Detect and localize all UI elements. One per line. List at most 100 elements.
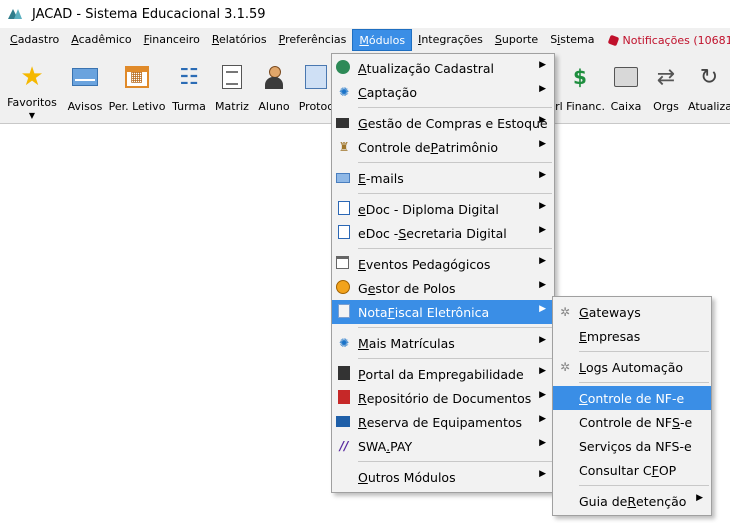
- invoice-icon: [338, 304, 350, 318]
- menu-item-gateways[interactable]: ✲ Gateways: [553, 300, 711, 324]
- toolbar-financeiro-button[interactable]: $ rl Financ.: [556, 56, 604, 120]
- menu-modulos[interactable]: Módulos: [352, 29, 413, 51]
- submenu-arrow-icon: ▶: [539, 139, 546, 149]
- menu-item-gestor-polos[interactable]: Ge stor de Polos ▶: [332, 276, 554, 300]
- menu-item-edoc-diploma[interactable]: e Doc - Diploma Digital ▶: [332, 197, 554, 221]
- menu-item-controle-nfe[interactable]: Controle de NF-e: [553, 386, 711, 410]
- toolbar-protocolo-button[interactable]: Protoc: [298, 56, 334, 120]
- menu-item-atualizacao-cadastral[interactable]: Atualização Cadastral ▶: [332, 56, 554, 80]
- star-icon: ★: [20, 62, 44, 92]
- toolbar-per-letivo-button[interactable]: Per. Letivo: [108, 56, 166, 120]
- menu-item-outros-modulos[interactable]: Outros Módulos ▶: [332, 465, 554, 489]
- toolbar-label: Protoc: [298, 100, 334, 113]
- menu-separator: [358, 327, 552, 328]
- toolbar-turma-button[interactable]: ☷ Turma: [168, 56, 210, 120]
- toolbar-matriz-button[interactable]: Matriz: [212, 56, 252, 120]
- notifications-link[interactable]: Notificações (10681): [601, 34, 730, 47]
- menu-suporte[interactable]: Suporte: [489, 29, 544, 51]
- toolbar-label: rl Financ.: [556, 100, 604, 113]
- document-icon: [222, 65, 242, 89]
- submenu-arrow-icon: ▶: [539, 414, 546, 424]
- submenu-arrow-icon: ▶: [696, 493, 703, 503]
- menu-item-controle-patrimonio[interactable]: ♜ Controle de Patrimônio ▶: [332, 135, 554, 159]
- menu-separator: [579, 382, 709, 383]
- swa-pay-icon: //: [339, 439, 349, 453]
- menu-item-mais-matriculas[interactable]: ✺ Mais Matrículas ▶: [332, 331, 554, 355]
- refresh-icon: ↻: [699, 64, 719, 90]
- toolbar-caixa-button[interactable]: Caixa: [608, 56, 644, 120]
- menu-item-empresas[interactable]: Empresas: [553, 324, 711, 348]
- edoc-icon: [338, 201, 350, 215]
- email-icon: [336, 173, 350, 183]
- menu-financeiro[interactable]: Financeiro: [138, 29, 206, 51]
- submenu-arrow-icon: ▶: [539, 366, 546, 376]
- toolbar-aluno-button[interactable]: Aluno: [254, 56, 294, 120]
- toolbar-label: Favoritos: [7, 96, 57, 109]
- toolbar-label: Turma: [172, 100, 206, 113]
- toolbar-label: Aluno: [258, 100, 290, 113]
- captacao-icon: ✺: [338, 85, 350, 99]
- cart-icon: [336, 118, 349, 128]
- title-bar: JACAD - Sistema Educacional 3.1.59: [0, 0, 730, 28]
- toolbar-favoritos-button[interactable]: ★ Favoritos ▼: [7, 56, 57, 120]
- menu-item-nota-fiscal-eletronica[interactable]: Nota Fiscal Eletrônica ▶: [332, 300, 554, 324]
- menu-item-consultar-cfop[interactable]: Consultar C F OP: [553, 458, 711, 482]
- menu-sistema[interactable]: Sistema: [544, 29, 600, 51]
- portal-icon: [338, 366, 350, 380]
- class-icon: ☷: [179, 64, 199, 90]
- menu-item-portal-empregabilidade[interactable]: Portal da Empregabilidade ▶: [332, 362, 554, 386]
- toolbar-label: Orgs: [653, 100, 679, 113]
- menu-item-reserva-equipamentos[interactable]: Reserva de Equipamentos ▶: [332, 410, 554, 434]
- submenu-arrow-icon: ▶: [539, 280, 546, 290]
- menu-item-servicos-nfse[interactable]: Serviços da NFS-e: [553, 434, 711, 458]
- protocol-icon: [305, 65, 327, 89]
- toolbar-label: Matriz: [215, 100, 249, 113]
- menu-academico[interactable]: Acadêmico: [65, 29, 137, 51]
- menu-item-repositorio-documentos[interactable]: Repositório de Documentos ▶: [332, 386, 554, 410]
- jacad-logo-icon: [8, 7, 22, 21]
- menu-item-logs-automacao[interactable]: ✲ Logs Automação: [553, 355, 711, 379]
- menu-separator: [579, 485, 709, 486]
- submenu-arrow-icon: ▶: [539, 438, 546, 448]
- mail-icon: [72, 68, 98, 86]
- submenu-arrow-icon: ▶: [539, 335, 546, 345]
- gear-icon: ✲: [559, 305, 571, 319]
- menu-item-emails[interactable]: E -mails ▶: [332, 166, 554, 190]
- notification-icon: [607, 34, 619, 46]
- edoc-icon: [338, 225, 350, 239]
- user-refresh-icon: [336, 60, 350, 74]
- menu-separator: [358, 107, 552, 108]
- menu-integracoes[interactable]: Integrações: [412, 29, 489, 51]
- submenu-arrow-icon: ▶: [539, 256, 546, 266]
- menu-preferencias[interactable]: Preferências: [273, 29, 353, 51]
- menu-separator: [358, 248, 552, 249]
- menu-item-eventos-pedagogicos[interactable]: Eventos Pedagógicos ▶: [332, 252, 554, 276]
- menu-separator: [579, 351, 709, 352]
- gear-icon: ✲: [559, 360, 571, 374]
- dropdown-arrow-icon[interactable]: ▼: [29, 111, 35, 120]
- submenu-arrow-icon: ▶: [539, 304, 546, 314]
- menu-item-guia-retencao[interactable]: Guia de Retenção ▶: [553, 489, 711, 513]
- modulos-dropdown-menu: Atualização Cadastral ▶ ✺ Captação ▶ Ges…: [331, 53, 555, 493]
- polos-icon: [336, 280, 350, 294]
- toolbar-avisos-button[interactable]: Avisos: [64, 56, 106, 120]
- menu-cadastro[interactable]: Cadastro: [4, 29, 65, 51]
- menu-item-captacao[interactable]: ✺ Captação ▶: [332, 80, 554, 104]
- menu-relatorios[interactable]: Relatórios: [206, 29, 273, 51]
- student-icon: [263, 65, 285, 89]
- submenu-arrow-icon: ▶: [539, 469, 546, 479]
- menu-separator: [358, 358, 552, 359]
- submenu-arrow-icon: ▶: [539, 201, 546, 211]
- menu-item-gestao-compras[interactable]: Gestão de Compras e Estoque ▶: [332, 111, 554, 135]
- toolbar-label: Per. Letivo: [108, 100, 166, 113]
- toolbar-atualizar-button[interactable]: ↻ Atualizar: [688, 56, 730, 120]
- toolbar-orgs-button[interactable]: ⇄ Orgs: [648, 56, 684, 120]
- matriculas-icon: ✺: [338, 336, 350, 350]
- toolbar-label: Atualizar: [688, 100, 730, 113]
- menu-item-controle-nfse[interactable]: Controle de NF S -e: [553, 410, 711, 434]
- repository-icon: [338, 390, 350, 404]
- menu-item-swa-pay[interactable]: // SWA. PAY ▶: [332, 434, 554, 458]
- menu-item-edoc-secretaria[interactable]: eDoc - Secretaria Digital ▶: [332, 221, 554, 245]
- notifications-label: Notificações (10681): [622, 33, 730, 47]
- submenu-arrow-icon: ▶: [539, 115, 546, 125]
